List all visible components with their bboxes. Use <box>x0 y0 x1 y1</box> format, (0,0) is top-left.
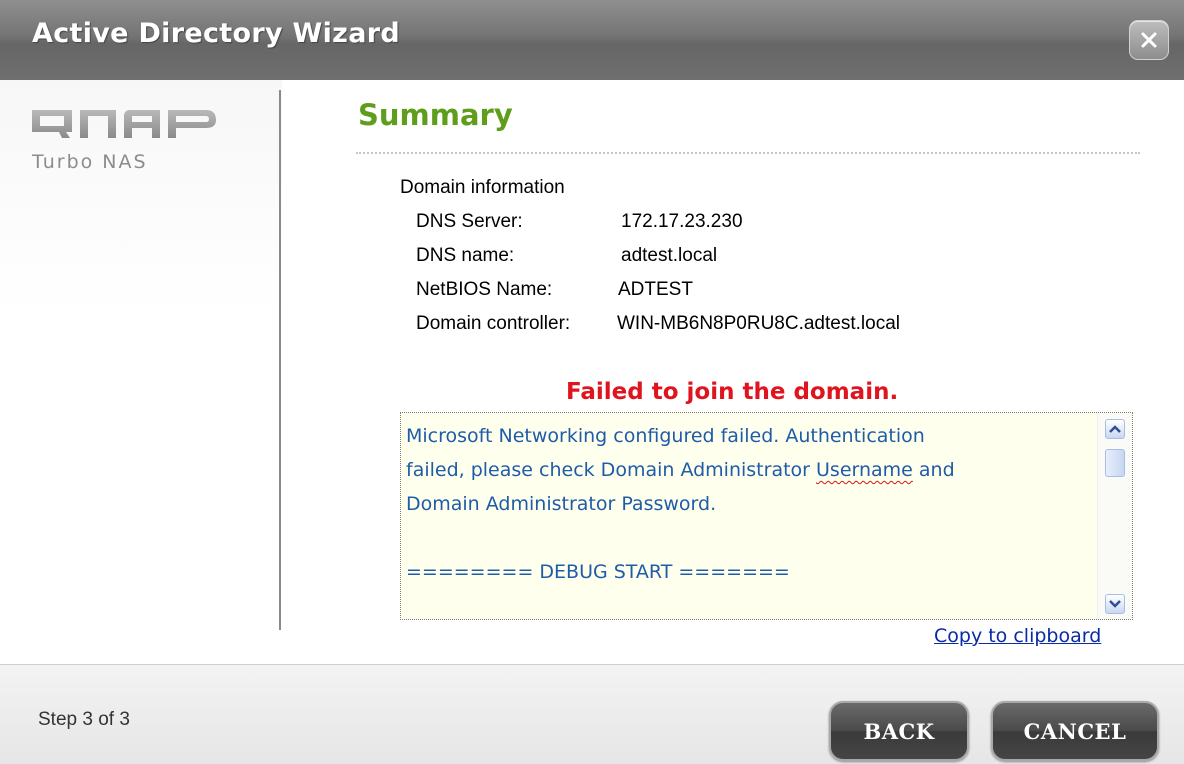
info-value: ADTEST <box>618 279 693 300</box>
info-label: NetBIOS Name: <box>416 279 553 300</box>
log-scrollbar[interactable] <box>1097 413 1132 619</box>
qnap-logo: Turbo NAS <box>30 102 230 186</box>
dotted-separator <box>356 152 1140 154</box>
close-button[interactable] <box>1129 20 1169 60</box>
spellcheck-flagged-word: Username <box>816 459 913 481</box>
step-indicator: Step 3 of 3 <box>38 709 130 730</box>
log-line: failed, please check Domain Administrato… <box>406 459 817 481</box>
qnap-logo-icon: Turbo NAS <box>31 110 216 173</box>
info-value: 172.17.23.230 <box>621 211 743 232</box>
tagline: Turbo NAS <box>31 151 148 173</box>
chevron-down-icon <box>1109 600 1121 608</box>
title-bar[interactable]: Active Directory Wizard <box>0 0 1184 80</box>
active-directory-wizard-window: Active Directory Wizard Turbo NAS Summar… <box>0 0 1184 764</box>
error-message: Failed to join the domain. <box>566 379 899 405</box>
chevron-up-icon <box>1109 425 1121 433</box>
close-x-icon <box>1141 32 1157 48</box>
info-value: WIN-MB6N8P0RU8C.adtest.local <box>617 313 900 334</box>
page-title: Summary <box>358 98 513 132</box>
back-button[interactable]: BACK <box>829 701 969 761</box>
info-value: adtest.local <box>621 245 718 266</box>
domain-info-title: Domain information <box>400 177 565 198</box>
info-label: DNS Server: <box>416 211 523 232</box>
vertical-divider <box>279 90 281 630</box>
log-text: Microsoft Networking configured failed. … <box>406 419 1096 589</box>
window-title: Active Directory Wizard <box>32 18 400 49</box>
scroll-down-button[interactable] <box>1105 594 1125 614</box>
cancel-button[interactable]: CANCEL <box>991 701 1159 761</box>
log-line: ======== DEBUG START ======= <box>406 561 790 583</box>
scroll-thumb[interactable] <box>1105 449 1125 477</box>
copy-to-clipboard-link[interactable]: Copy to clipboard <box>934 625 1101 647</box>
info-label: DNS name: <box>416 245 515 266</box>
log-line: Domain Administrator Password. <box>406 493 717 515</box>
info-label: Domain controller: <box>416 313 571 334</box>
log-line: and <box>912 459 955 481</box>
debug-log-textarea[interactable]: Microsoft Networking configured failed. … <box>400 412 1133 620</box>
scroll-up-button[interactable] <box>1105 419 1125 439</box>
log-line: Microsoft Networking configured failed. … <box>406 425 925 447</box>
